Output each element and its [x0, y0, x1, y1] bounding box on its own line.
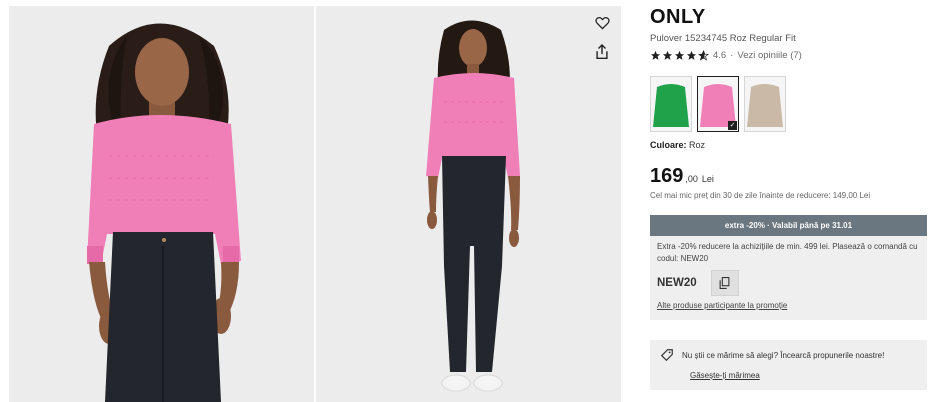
promo-code-row: NEW20 [657, 270, 920, 296]
product-subtitle: Pulover 15234745 Roz Regular Fit [650, 33, 796, 44]
selected-color: Culoare: Roz [650, 140, 705, 150]
color-swatches: ✓ [650, 76, 786, 132]
check-icon: ✓ [728, 121, 737, 130]
star-rating [650, 50, 709, 61]
model-full-body-photo [316, 6, 621, 402]
star-icon [650, 50, 661, 60]
promo-banner: extra -20% · Valabil până pe 31.01 [650, 215, 927, 236]
size-finder-row: Nu știi ce mărime să alegi? Încearcă pro… [660, 348, 917, 362]
rating-value: 4.6 [713, 50, 727, 61]
rating-row: 4.6 · Vezi opiniile (7) [650, 50, 802, 61]
star-icon [662, 50, 673, 60]
copy-code-button[interactable] [710, 270, 739, 296]
star-icon [674, 50, 685, 60]
product-image-front[interactable] [9, 6, 314, 402]
find-size-link[interactable]: Găsește-ți mărimea [690, 371, 917, 380]
tag-icon [660, 349, 673, 362]
lowest-price-note: Cel mai mic preț din 30 de zile înainte … [650, 191, 871, 200]
copy-icon [719, 277, 730, 289]
model-front-closeup-photo [9, 6, 314, 402]
rating-separator: · [730, 50, 734, 61]
swatch-green[interactable] [650, 76, 692, 132]
size-finder-text: Nu știi ce mărime să alegi? Încearcă pro… [682, 350, 885, 360]
price-currency: Lei [701, 174, 714, 184]
reviews-link[interactable]: Vezi opiniile (7) [737, 50, 801, 61]
product-gallery [9, 6, 621, 402]
promo-code: NEW20 [657, 277, 697, 289]
color-label: Culoare: [650, 140, 687, 150]
brand-name[interactable]: ONLY [650, 6, 706, 29]
swatch-beige[interactable] [744, 76, 786, 132]
swatch-pink[interactable]: ✓ [697, 76, 739, 132]
half-star-icon [698, 50, 709, 61]
price: 169 ,00 Lei [650, 165, 714, 188]
heart-icon[interactable] [592, 13, 612, 33]
color-value: Roz [689, 140, 706, 150]
size-finder-box: Nu știi ce mărime să alegi? Încearcă pro… [650, 340, 927, 390]
promo-description: Extra -20% reducere la achizițiile de mi… [657, 242, 918, 263]
star-icon [686, 50, 697, 60]
promo-products-link[interactable]: Alte produse participante la promoție [657, 301, 920, 310]
price-integer: 169 [650, 165, 684, 187]
product-image-full[interactable] [316, 6, 621, 402]
promo-box: Extra -20% reducere la achizițiile de mi… [650, 236, 927, 320]
price-decimals: ,00 [685, 174, 698, 184]
share-icon[interactable] [592, 42, 612, 62]
